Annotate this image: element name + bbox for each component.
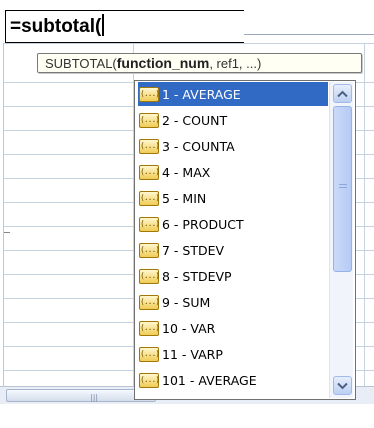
function-argument-icon: (...) (139, 346, 160, 362)
function-argument-icon: (...) (139, 320, 160, 336)
list-item-label: 3 - COUNTA (162, 138, 235, 154)
list-item-label: 7 - STDEV (162, 242, 225, 258)
row-gutter (0, 43, 4, 404)
sheet-footer (0, 405, 374, 428)
function-argument-icon: (...) (139, 268, 160, 284)
tooltip-remaining-arguments[interactable]: , ref1, ...) (209, 56, 261, 71)
list-item[interactable]: (...) 8 - STDEVP (138, 264, 328, 288)
scroll-up-button[interactable] (333, 84, 352, 103)
autocomplete-list[interactable]: (...) 1 - AVERAGE (...) 2 - COUNT (...) 3 -… (134, 80, 356, 400)
list-item[interactable]: (...) 5 - MIN (138, 186, 328, 210)
list-item[interactable]: (...) 101 - AVERAGE (138, 368, 328, 392)
chevron-up-icon (337, 90, 348, 97)
list-item[interactable]: (...) 3 - COUNTA (138, 134, 328, 158)
list-item-label: 4 - MAX (162, 164, 211, 180)
text-caret (102, 14, 105, 36)
grid-line (364, 43, 365, 404)
list-item-label: 9 - SUM (162, 294, 211, 310)
list-item[interactable]: (...) 6 - PRODUCT (138, 212, 328, 236)
function-argument-icon: (...) (139, 372, 160, 388)
list-item-label: 8 - STDEVP (162, 268, 232, 284)
list-item[interactable]: (...) 1 - AVERAGE (138, 82, 328, 106)
function-argument-icon: (...) (139, 138, 160, 154)
list-item-label: 6 - PRODUCT (162, 216, 244, 232)
scroll-grip-icon (339, 184, 347, 191)
scroll-grip-icon: ||| (90, 393, 99, 402)
function-signature-tooltip[interactable]: SUBTOTAL(function_num, ref1, ...) (37, 53, 362, 73)
list-item[interactable]: (...) 4 - MAX (138, 160, 328, 184)
function-argument-icon: (...) (139, 164, 160, 180)
vertical-scrollbar[interactable] (329, 82, 353, 398)
function-argument-icon: (...) (139, 112, 160, 128)
function-argument-icon: (...) (139, 86, 160, 102)
list-item-label: 10 - VAR (162, 320, 216, 336)
gutter-tick (4, 232, 10, 233)
function-argument-icon: (...) (139, 242, 160, 258)
formula-input[interactable]: =subtotal( (5, 10, 244, 43)
list-item-label: 5 - MIN (162, 190, 207, 206)
formula-text: =subtotal( (10, 16, 102, 37)
list-item-label: 1 - AVERAGE (162, 86, 241, 102)
function-argument-icon: (...) (139, 294, 160, 310)
list-item[interactable]: (...) 7 - STDEV (138, 238, 328, 262)
function-argument-icon: (...) (139, 216, 160, 232)
tooltip-current-argument[interactable]: function_num (117, 55, 210, 71)
list-item-label: 101 - AVERAGE (162, 372, 257, 388)
tooltip-function-name: SUBTOTAL( (45, 56, 117, 71)
list-item[interactable]: (...) 10 - VAR (138, 316, 328, 340)
formula-bar-edge (244, 34, 374, 35)
chevron-down-icon (337, 382, 348, 389)
list-item-label: 11 - VARP (162, 346, 223, 362)
list-item[interactable]: (...) 9 - SUM (138, 290, 328, 314)
vertical-scroll-thumb[interactable] (333, 106, 352, 272)
list-item[interactable]: (...) 2 - COUNT (138, 108, 328, 132)
function-argument-icon: (...) (139, 190, 160, 206)
scroll-down-button[interactable] (333, 376, 352, 395)
list-item[interactable]: (...) 11 - VARP (138, 342, 328, 366)
list-item-label: 2 - COUNT (162, 112, 228, 128)
grid-line (0, 43, 374, 44)
